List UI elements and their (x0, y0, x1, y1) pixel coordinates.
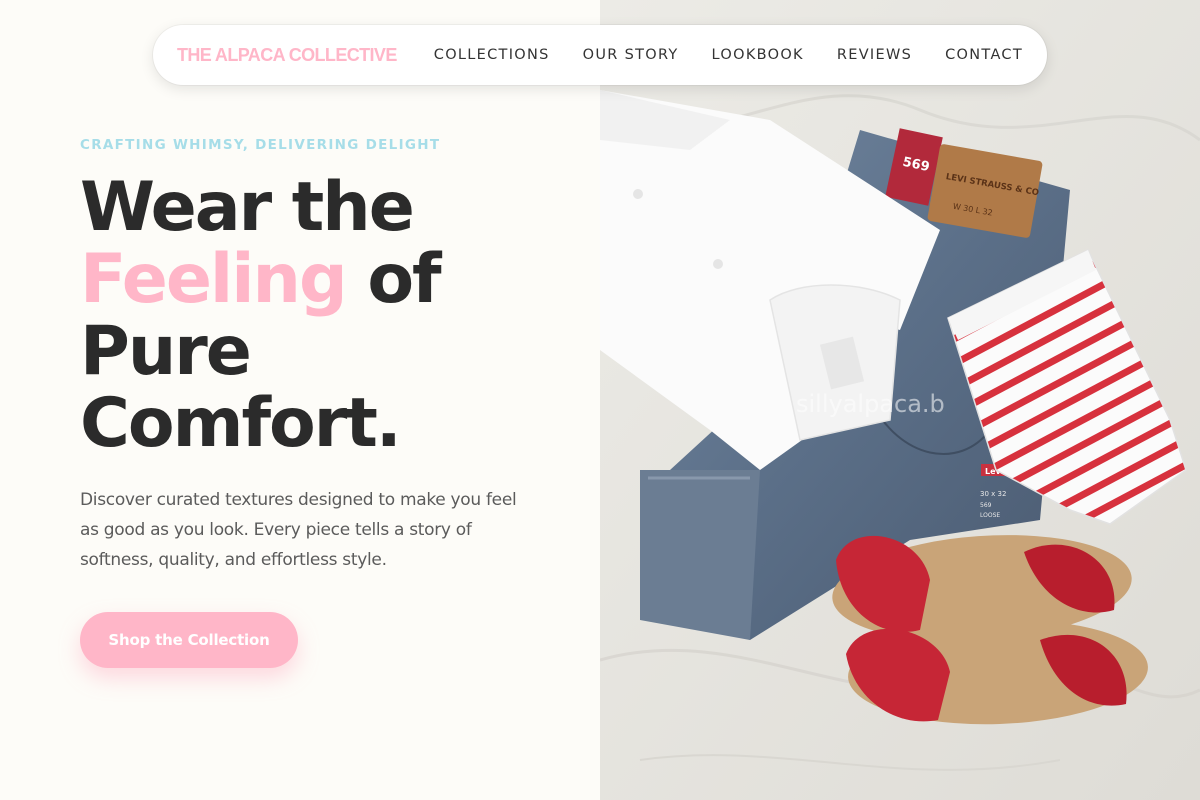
nav-link-reviews[interactable]: REVIEWS (837, 47, 912, 63)
headline-line-1: Wear the (80, 168, 415, 247)
top-nav: THE ALPACA COLLECTIVE COLLECTIONS OUR ST… (153, 25, 1047, 85)
headline-line-2-rest: of (345, 240, 441, 319)
nav-menu: COLLECTIONS OUR STORY LOOKBOOK REVIEWS C… (434, 47, 1023, 63)
shop-collection-button[interactable]: Shop the Collection (80, 612, 298, 668)
nav-link-collections[interactable]: COLLECTIONS (434, 47, 550, 63)
svg-text:569: 569 (980, 502, 992, 509)
nav-link-contact[interactable]: CONTACT (945, 47, 1023, 63)
headline-line-4: Comfort. (80, 384, 402, 463)
svg-text:sillyalpaca.b: sillyalpaca.b (796, 390, 945, 418)
hero-description: Discover curated textures designed to ma… (80, 490, 517, 570)
headline-line-3: Pure (80, 312, 252, 391)
headline-line-2: Feeling of (80, 244, 580, 316)
hero-eyebrow: CRAFTING WHIMSY, DELIVERING DELIGHT (80, 137, 441, 153)
nav-link-our-story[interactable]: OUR STORY (583, 47, 679, 63)
hero-photo: 569 LEVI STRAUSS & CO W 30 L 32 Levi's 3… (600, 0, 1200, 800)
hero-headline: Wear the Feeling of Pure Comfort. (80, 172, 580, 460)
brand-logo[interactable]: THE ALPACA COLLECTIVE (177, 45, 397, 66)
svg-text:30 x 32: 30 x 32 (980, 490, 1006, 498)
nav-link-lookbook[interactable]: LOOKBOOK (712, 47, 804, 63)
svg-text:LOOSE: LOOSE (980, 512, 1000, 519)
headline-accent: Feeling (80, 240, 348, 319)
